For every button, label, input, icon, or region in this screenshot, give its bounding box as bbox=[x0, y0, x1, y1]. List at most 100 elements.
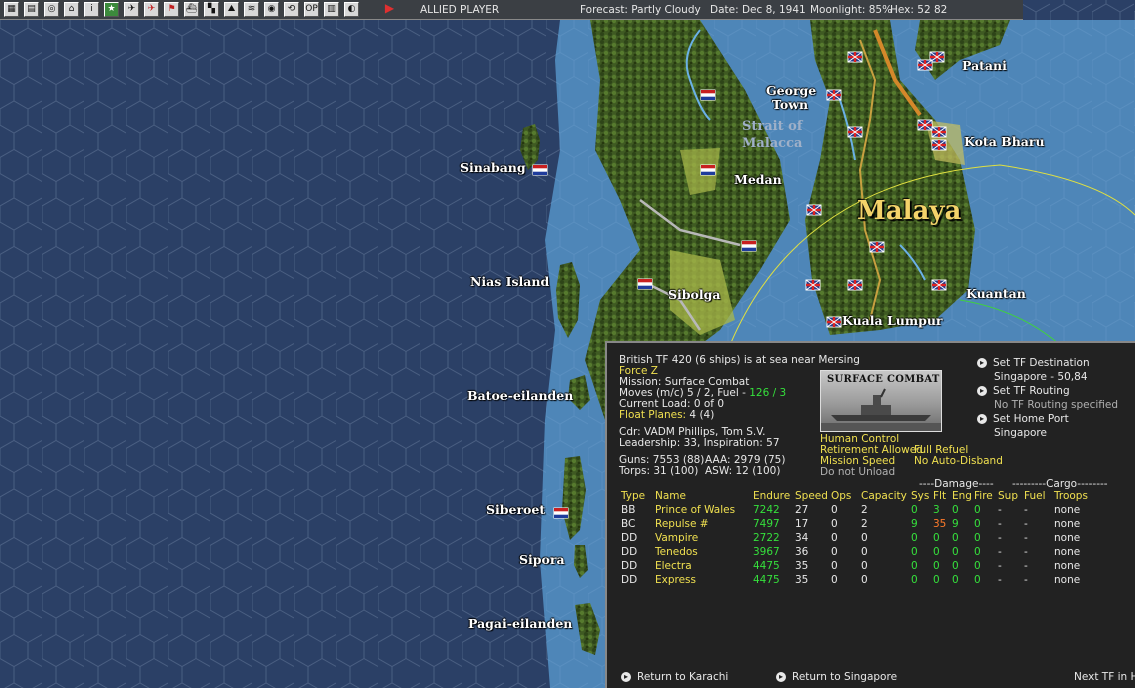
british-flag-icon[interactable] bbox=[869, 241, 885, 253]
return-singapore-button[interactable]: ▸ Return to Singapore bbox=[776, 671, 897, 683]
play-icon[interactable]: ▶ bbox=[382, 2, 397, 17]
star-icon[interactable]: ★ bbox=[104, 2, 119, 17]
map-label-george-town: George bbox=[766, 83, 817, 98]
map-label-kuala-lumpur: Kuala Lumpur bbox=[842, 313, 943, 328]
map-label-malaya: Malaya bbox=[857, 196, 962, 226]
float-planes-value: 4 (4) bbox=[689, 409, 715, 421]
arrow-right-icon: ▸ bbox=[776, 672, 786, 682]
map-label-kuantan: Kuantan bbox=[966, 286, 1026, 301]
dutch-flag-icon[interactable] bbox=[637, 278, 653, 290]
british-flag-icon[interactable] bbox=[805, 279, 821, 291]
british-flag-icon[interactable] bbox=[847, 126, 863, 138]
ship-icon[interactable]: ⛴ bbox=[184, 2, 199, 17]
ship-endure-cell: 3967 bbox=[753, 546, 780, 558]
ship-speed-cell: 17 bbox=[795, 518, 809, 530]
ship-type-cell: DD bbox=[621, 532, 638, 544]
british-flag-icon[interactable] bbox=[931, 279, 947, 291]
ship-name-cell[interactable]: Electra bbox=[655, 559, 753, 573]
document-icon[interactable]: ▤ bbox=[24, 2, 39, 17]
map-icon[interactable]: ▦ bbox=[4, 2, 19, 17]
ship-cap-cell: 0 bbox=[861, 560, 868, 572]
dutch-flag-icon[interactable] bbox=[700, 89, 716, 101]
return-singapore-label: Return to Singapore bbox=[792, 671, 898, 683]
earth-icon[interactable]: ◉ bbox=[264, 2, 279, 17]
ship-cap-cell: 2 bbox=[861, 518, 868, 530]
ship-type-cell: BB bbox=[621, 504, 636, 516]
moon-icon[interactable]: ◐ bbox=[344, 2, 359, 17]
ship-type-cell: DD bbox=[621, 560, 638, 572]
arrow-right-icon: ▸ bbox=[621, 672, 631, 682]
column-header-fuel: Fuel bbox=[1024, 490, 1046, 502]
dutch-flag-icon[interactable] bbox=[700, 164, 716, 176]
ship-cap-cell: 0 bbox=[861, 532, 868, 544]
british-flag-icon[interactable] bbox=[931, 139, 947, 151]
ship-fire-cell: 0 bbox=[974, 518, 981, 530]
flag-icon[interactable]: ⚑ bbox=[164, 2, 179, 17]
dutch-flag-icon[interactable] bbox=[741, 240, 757, 252]
ship-fire-cell: 0 bbox=[974, 574, 981, 586]
arrow-right-icon: ▸ bbox=[977, 358, 987, 368]
map-label-medan: Medan bbox=[734, 172, 782, 187]
date-label: Date: Dec 8, 1941 bbox=[710, 4, 806, 16]
plane-icon[interactable]: ✈ bbox=[124, 2, 139, 17]
ship-name-cell[interactable]: Express bbox=[655, 573, 753, 587]
ship-name-cell[interactable]: Prince of Wales bbox=[655, 503, 753, 517]
ship-fuel-cell: - bbox=[1024, 546, 1028, 558]
cycle-icon[interactable]: ⟲ bbox=[284, 2, 299, 17]
do-not-unload[interactable]: Do not Unload bbox=[820, 466, 895, 478]
set-destination-button[interactable]: ▸ Set TF Destination bbox=[977, 357, 1090, 369]
ship-speed-cell: 36 bbox=[795, 546, 809, 558]
ship-name-cell[interactable]: Tenedos bbox=[655, 545, 753, 559]
line-icon[interactable]: ≋ bbox=[244, 2, 259, 17]
top-toolbar: ▦ ▤ ◎ ⌂ i ★ ✈ ✈ ⚑ ⛴ ▚ ⛰ ≋ ◉ ⟲ OP ▥ ◐ ▶ ALLIED PLAYER Forec… bbox=[0, 0, 1023, 20]
dutch-flag-icon[interactable] bbox=[532, 164, 548, 176]
set-home-port-button[interactable]: ▸ Set Home Port bbox=[977, 413, 1069, 425]
set-routing-button[interactable]: ▸ Set TF Routing bbox=[977, 385, 1070, 397]
no-auto-disband[interactable]: No Auto-Disband bbox=[914, 455, 1003, 467]
british-flag-icon[interactable] bbox=[931, 126, 947, 138]
ship-flt-cell: 0 bbox=[933, 574, 940, 586]
ship-fire-cell: 0 bbox=[974, 532, 981, 544]
ship-row[interactable]: DD Tenedos 3967 36 0 0 0 0 0 0- - none bbox=[621, 545, 1094, 559]
arrow-right-icon: ▸ bbox=[977, 386, 987, 396]
leadership: Leadership: 33, Inspiration: 57 bbox=[619, 437, 780, 449]
home-port-value: Singapore bbox=[994, 427, 1047, 439]
ship-ops-cell: 0 bbox=[831, 546, 838, 558]
chart-icon[interactable]: ▚ bbox=[204, 2, 219, 17]
british-flag-icon[interactable] bbox=[847, 279, 863, 291]
british-flag-icon[interactable] bbox=[826, 316, 842, 328]
list-icon[interactable]: ▥ bbox=[324, 2, 339, 17]
ship-row[interactable]: DD Electra 4475 35 0 0 0 0 0 0- - none bbox=[621, 559, 1094, 573]
moonlight-label: Moonlight: 85% bbox=[810, 4, 893, 16]
globe-icon[interactable]: ◎ bbox=[44, 2, 59, 17]
set-routing-label: Set TF Routing bbox=[993, 385, 1070, 397]
ship-row[interactable]: DD Vampire 2722 34 0 0 0 0 0 0- - none bbox=[621, 531, 1094, 545]
return-karachi-button[interactable]: ▸ Return to Karachi bbox=[621, 671, 728, 683]
british-flag-icon[interactable] bbox=[917, 59, 933, 71]
ship-name-cell[interactable]: Repulse # bbox=[655, 517, 753, 531]
british-flag-icon[interactable] bbox=[847, 51, 863, 63]
terrain-icon[interactable]: ⛰ bbox=[224, 2, 239, 17]
ship-row[interactable]: BC Repulse #7497 17 0 2 9 35 9 0 - - none bbox=[621, 517, 1094, 531]
ship-row[interactable]: DD Express 4475 35 0 0 0 0 0 0- - none bbox=[621, 573, 1094, 587]
ship-eng-cell: 0 bbox=[952, 532, 959, 544]
op-icon[interactable]: OP bbox=[304, 2, 319, 17]
next-tf-button[interactable]: Next TF in He bbox=[1074, 671, 1135, 683]
ship-troops-cell: none bbox=[1054, 532, 1081, 544]
return-karachi-label: Return to Karachi bbox=[637, 671, 729, 683]
ship-name-cell[interactable]: Vampire bbox=[655, 531, 753, 545]
float-planes[interactable]: Float Planes: 4 (4) bbox=[619, 409, 714, 421]
ship-row[interactable]: BB Prince of Wales 7242 27 0 2 0 3 0 0- - none bbox=[621, 503, 1094, 517]
dutch-flag-icon[interactable] bbox=[553, 507, 569, 519]
ship-sys-cell: 0 bbox=[911, 574, 918, 586]
info-icon[interactable]: i bbox=[84, 2, 99, 17]
british-flag-icon[interactable] bbox=[806, 204, 822, 216]
plane-red-icon[interactable]: ✈ bbox=[144, 2, 159, 17]
ship-speed-cell: 27 bbox=[795, 504, 809, 516]
british-flag-icon[interactable] bbox=[826, 89, 842, 101]
base-icon[interactable]: ⌂ bbox=[64, 2, 79, 17]
ship-sup-cell: - bbox=[998, 560, 1002, 572]
map-label-sibolga: Sibolga bbox=[668, 287, 721, 302]
column-header-sys: Sys bbox=[911, 490, 930, 502]
british-flag-icon[interactable] bbox=[917, 119, 933, 131]
